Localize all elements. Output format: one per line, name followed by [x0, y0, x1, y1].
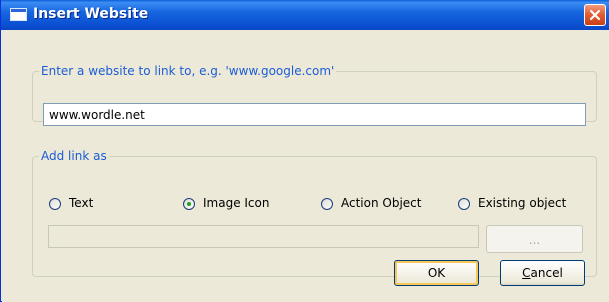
radio-image-icon-label: Image Icon — [203, 196, 270, 210]
add-link-as-legend: Add link as — [41, 149, 107, 163]
browse-button: ... — [486, 225, 583, 253]
radio-circle — [49, 198, 61, 210]
cancel-label-rest: ancel — [530, 266, 563, 280]
dialog-title: Insert Website — [33, 6, 149, 22]
radio-circle — [458, 198, 470, 210]
cancel-mnemonic: C — [522, 266, 531, 280]
dialog-body: Enter a website to link to, e.g. 'www.go… — [2, 30, 609, 302]
close-icon — [589, 9, 601, 21]
ok-button[interactable]: OK — [394, 260, 479, 286]
cancel-button[interactable]: Cancel — [500, 260, 585, 286]
object-path-field — [48, 225, 479, 248]
radio-circle — [321, 198, 333, 210]
radio-circle — [183, 198, 195, 210]
radio-existing-object-label: Existing object — [478, 196, 567, 210]
title-bar[interactable]: Insert Website — [1, 0, 609, 30]
radio-action-object-label: Action Object — [341, 196, 422, 210]
website-url-input[interactable] — [43, 103, 586, 126]
insert-website-dialog: Insert Website Enter a website to link t… — [0, 0, 609, 302]
radio-selected-dot — [187, 202, 191, 206]
website-group: Enter a website to link to, e.g. 'www.go… — [32, 64, 597, 126]
window-app-icon — [10, 8, 27, 21]
close-button[interactable] — [584, 4, 606, 26]
radio-text-label: Text — [69, 196, 94, 210]
website-group-legend: Enter a website to link to, e.g. 'www.go… — [41, 64, 335, 78]
add-link-as-group: Add link as Text Image Icon Action Objec… — [32, 149, 597, 277]
